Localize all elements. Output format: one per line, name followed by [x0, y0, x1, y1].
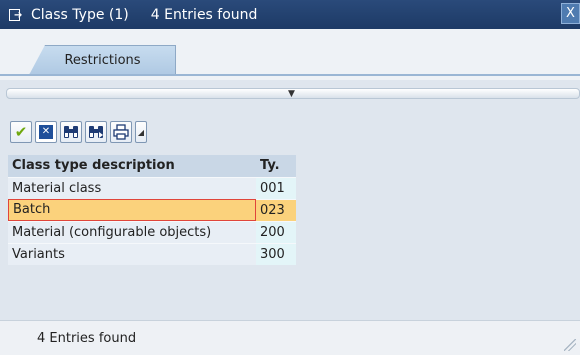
find-next-button[interactable] [85, 121, 107, 143]
find-button[interactable] [60, 121, 82, 143]
status-text: 4 Entries found [37, 330, 137, 346]
tab-divider [0, 74, 580, 76]
confirm-button[interactable]: ✔ [10, 121, 32, 143]
toolbar: ✔ ✕ ◢ [10, 120, 147, 144]
window-entry-count: 4 Entries found [150, 6, 258, 23]
window-icon: ➔ [9, 8, 23, 22]
cell-description[interactable]: Batch [8, 199, 256, 221]
cell-type[interactable]: 300 [256, 243, 296, 265]
table-header-row: Class type description Ty. [8, 155, 580, 177]
cell-type[interactable]: 001 [256, 177, 296, 199]
check-icon: ✔ [14, 123, 28, 141]
resize-grip-icon[interactable] [564, 339, 576, 351]
collapse-arrow-icon[interactable]: ▼ [288, 89, 295, 99]
results-table: Class type description Ty. Material clas… [8, 155, 580, 265]
tab-restrictions[interactable]: Restrictions [29, 45, 176, 75]
cell-type[interactable]: 200 [256, 221, 296, 243]
table-row[interactable]: Material class 001 [8, 177, 580, 199]
status-bar: 4 Entries found [0, 320, 580, 355]
table-row-selected[interactable]: Batch 023 [8, 199, 580, 221]
cell-description[interactable]: Variants [8, 243, 256, 265]
table-row[interactable]: Material (configurable objects) 200 [8, 221, 580, 243]
tab-strip: Restrictions [0, 29, 580, 80]
close-button[interactable]: X [561, 3, 580, 24]
binoculars-next-icon [89, 126, 103, 138]
window-title: Class Type (1) [31, 6, 129, 23]
cancel-button[interactable]: ✕ [35, 121, 57, 143]
cell-type[interactable]: 023 [256, 199, 296, 221]
table-row[interactable]: Variants 300 [8, 243, 580, 265]
cancel-icon: ✕ [39, 125, 53, 139]
print-button[interactable] [110, 121, 132, 143]
printer-icon [113, 124, 129, 140]
cell-description[interactable]: Material class [8, 177, 256, 199]
column-header-description[interactable]: Class type description [8, 155, 256, 177]
binoculars-icon [64, 126, 78, 138]
column-header-type[interactable]: Ty. [256, 155, 296, 177]
window-title-bar: ➔ Class Type (1) 4 Entries found X [0, 0, 580, 29]
cell-description[interactable]: Material (configurable objects) [8, 221, 256, 243]
toolbar-menu-button[interactable]: ◢ [135, 121, 147, 143]
dropdown-arrow-icon: ◢ [137, 127, 145, 137]
